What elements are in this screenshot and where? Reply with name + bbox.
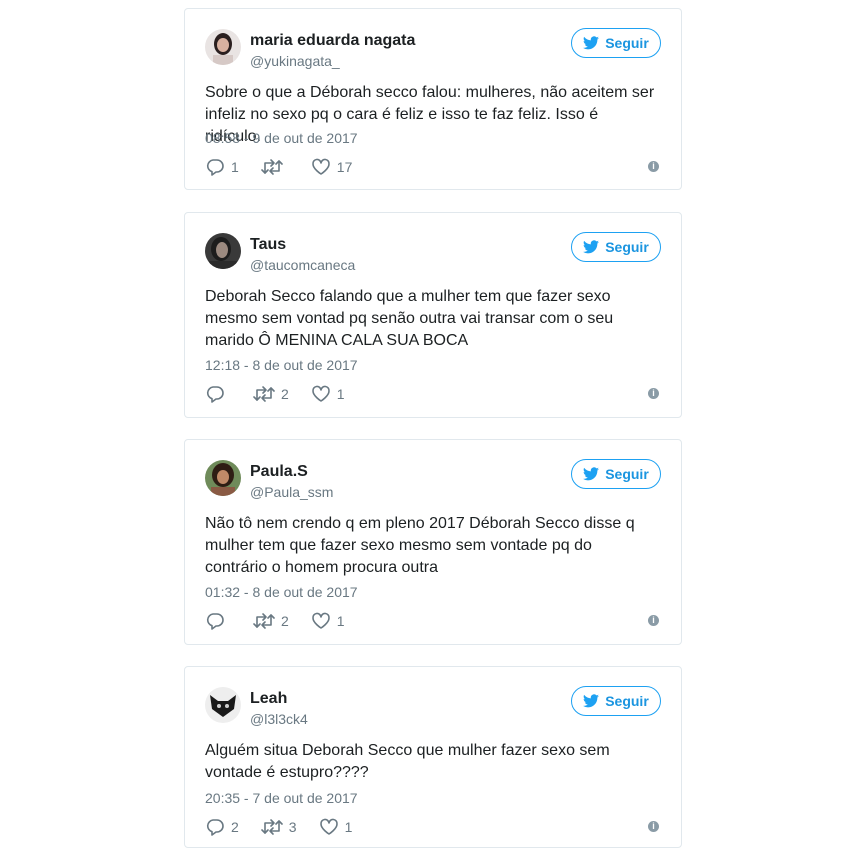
info-icon[interactable]: i [648, 388, 659, 399]
follow-button[interactable]: Seguir [571, 28, 661, 58]
retweet-icon [253, 613, 275, 629]
author-handle[interactable]: @yukinagata_ [250, 52, 340, 70]
tweet-timestamp[interactable]: 20:35 - 7 de out de 2017 [205, 789, 358, 807]
info-icon[interactable]: i [648, 821, 659, 832]
tweet-feed: maria eduarda nagata @yukinagata_ Seguir… [0, 0, 860, 866]
bird-icon [583, 694, 600, 708]
retweet-icon [260, 819, 283, 835]
heart-icon [311, 385, 330, 402]
like-action[interactable]: 1 [311, 385, 345, 403]
author-name[interactable]: maria eduarda nagata [250, 31, 415, 51]
tweet-text: Não tô nem crendo q em pleno 2017 Débora… [205, 515, 635, 576]
retweet-count: 2 [281, 613, 289, 629]
info-icon[interactable]: i [648, 615, 659, 626]
author-handle[interactable]: @Paula_ssm [250, 483, 333, 501]
reply-action[interactable]: 2 [205, 818, 239, 836]
tweet-actions: 2 1 [205, 611, 367, 631]
tweet-card: Taus @taucomcaneca Seguir Deborah Secco … [184, 212, 682, 418]
reply-icon [206, 613, 224, 630]
bird-icon [583, 240, 600, 254]
author-name[interactable]: Paula.S [250, 462, 308, 482]
reply-action[interactable] [205, 612, 231, 630]
follow-label: Seguir [605, 693, 649, 709]
retweet-action[interactable]: 3 [260, 818, 297, 836]
follow-label: Seguir [605, 35, 649, 51]
tweet-timestamp[interactable]: 12:18 - 8 de out de 2017 [205, 356, 358, 374]
retweet-action[interactable]: 2 [253, 612, 289, 630]
like-action[interactable]: 1 [311, 612, 345, 630]
retweet-count: 3 [288, 819, 297, 835]
heart-icon [311, 612, 330, 629]
tweet-card: maria eduarda nagata @yukinagata_ Seguir… [184, 8, 682, 190]
reply-icon [206, 386, 224, 403]
heart-icon [311, 158, 330, 175]
tweet-actions: 1 17 [205, 157, 374, 177]
like-action[interactable]: 1 [319, 818, 353, 836]
bird-icon [583, 467, 600, 481]
retweet-icon [253, 386, 275, 402]
avatar[interactable] [205, 233, 241, 269]
avatar[interactable] [205, 687, 241, 723]
reply-action[interactable]: 1 [205, 158, 239, 176]
like-count: 1 [344, 819, 353, 835]
reply-count: 2 [231, 819, 239, 835]
tweet-actions: 2 1 [205, 384, 367, 404]
tweet-timestamp[interactable]: 01:32 - 8 de out de 2017 [205, 583, 358, 601]
retweet-icon [260, 159, 283, 175]
info-icon[interactable]: i [648, 161, 659, 172]
tweet-actions: 2 3 1 [205, 817, 374, 837]
follow-label: Seguir [605, 239, 649, 255]
tweet-timestamp[interactable]: 08:58 - 9 de out de 2017 [205, 129, 358, 147]
like-count: 1 [336, 613, 345, 629]
avatar[interactable] [205, 29, 241, 65]
retweet-count: 2 [281, 386, 289, 402]
follow-button[interactable]: Seguir [571, 459, 661, 489]
like-count: 1 [336, 386, 345, 402]
follow-button[interactable]: Seguir [571, 686, 661, 716]
reply-count: 1 [231, 159, 239, 175]
author-name[interactable]: Leah [250, 689, 287, 709]
author-handle[interactable]: @l3l3ck4 [250, 710, 308, 728]
tweet-card: Paula.S @Paula_ssm Seguir Não tô nem cre… [184, 439, 682, 645]
tweet-card: Leah @l3l3ck4 Seguir Alguém situa Debora… [184, 666, 682, 848]
retweet-action[interactable] [260, 158, 289, 176]
like-count: 17 [336, 159, 353, 175]
retweet-action[interactable]: 2 [253, 385, 289, 403]
follow-button[interactable]: Seguir [571, 232, 661, 262]
like-action[interactable]: 17 [311, 158, 353, 176]
author-name[interactable]: Taus [250, 235, 286, 255]
avatar[interactable] [205, 460, 241, 496]
reply-icon [206, 159, 224, 176]
follow-label: Seguir [605, 466, 649, 482]
author-handle[interactable]: @taucomcaneca [250, 256, 355, 274]
tweet-text: Alguém situa Deborah Secco que mulher fa… [205, 742, 610, 781]
bird-icon [583, 36, 600, 50]
reply-icon [206, 819, 224, 836]
reply-action[interactable] [205, 385, 231, 403]
tweet-text: Deborah Secco falando que a mulher tem q… [205, 288, 614, 349]
heart-icon [319, 818, 338, 835]
